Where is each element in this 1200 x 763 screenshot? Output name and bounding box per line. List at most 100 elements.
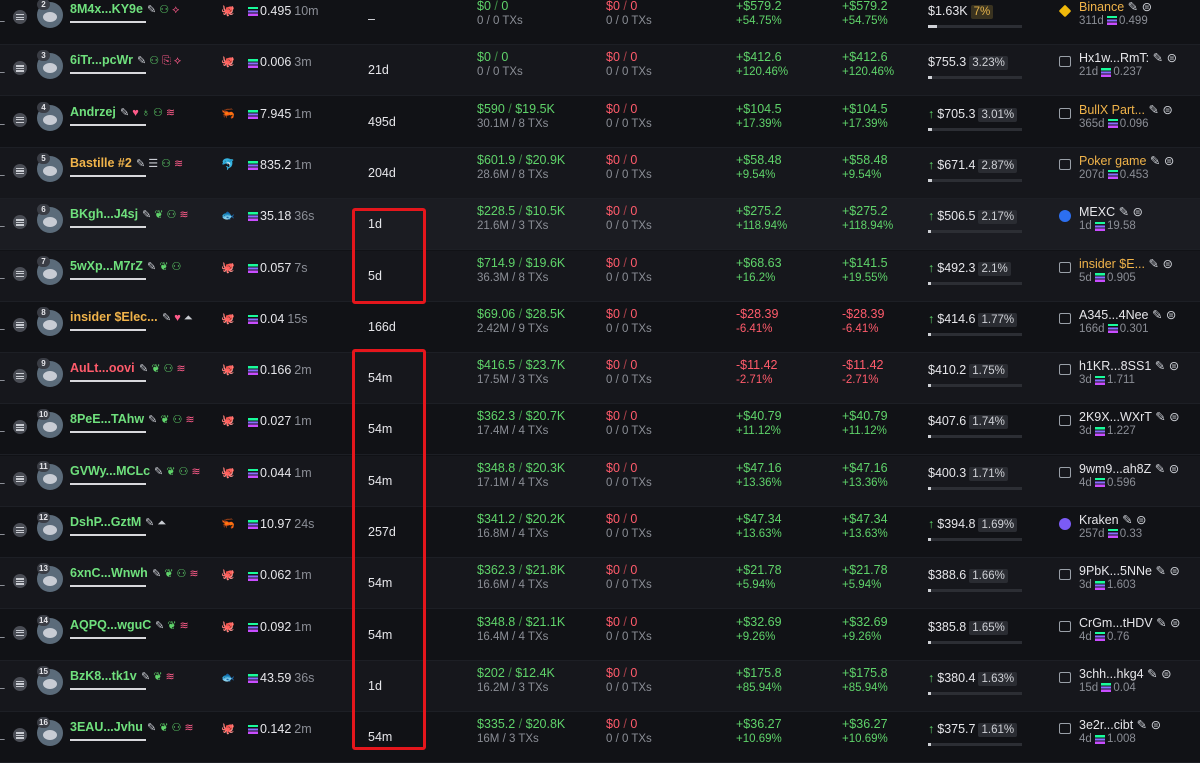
wallet-name[interactable]: GVWy...MCLc — [70, 464, 150, 478]
pencil-icon[interactable]: ✎ — [1144, 667, 1157, 681]
info-icon[interactable]: ⊜ — [1167, 616, 1180, 630]
filter-cell[interactable] — [0, 302, 9, 353]
funding-source-cell[interactable]: insider $E... ✎ ⊜ 5d 0.905 — [1059, 251, 1200, 302]
funding-source-cell[interactable]: MEXC ✎ ⊜ 1d 19.58 — [1059, 199, 1200, 250]
filter-icon[interactable] — [0, 677, 8, 689]
table-row[interactable]: 4 Andrzej ✎ ♥ ♁ ⚇ ≋ 🦐 7.945 1m 495d $590 / $19.5K 30… — [0, 97, 1200, 148]
funding-name-text[interactable]: h1KR...8SS1 — [1079, 359, 1151, 373]
wallet-name[interactable]: 6xnC...Wnwh — [70, 566, 148, 580]
copy-icon[interactable]: ⎘ — [162, 55, 171, 67]
pencil-icon[interactable]: ✎ — [154, 466, 163, 478]
pencil-icon[interactable]: ✎ — [1124, 0, 1138, 14]
user-icon[interactable]: ⚇ — [171, 261, 181, 273]
pencil-icon[interactable]: ✎ — [1152, 410, 1165, 424]
layers-icon[interactable]: ≋ — [179, 620, 188, 632]
pencil-icon[interactable]: ✎ — [147, 4, 156, 16]
filter-icon[interactable] — [0, 11, 8, 22]
layers-icon[interactable]: ≋ — [174, 158, 183, 170]
avatar-cell[interactable]: 3 — [37, 45, 65, 96]
info-icon[interactable]: ⊜ — [1166, 564, 1179, 578]
bag-icon[interactable]: ♁ — [142, 107, 150, 119]
info-icon[interactable]: ⊜ — [1165, 359, 1179, 373]
table-row[interactable]: 12 DshP...GztM ✎ ⏶ 🦐 10.97 24s 257d $341.2 / $20… — [0, 507, 1200, 558]
leaf-icon[interactable]: ❦ — [160, 414, 169, 426]
funding-name-text[interactable]: Binance — [1079, 0, 1124, 14]
avatar-cell[interactable]: 7 — [37, 251, 65, 302]
table-row[interactable]: 9 AuLt...oovi ✎ ❦ ⚇ ≋ 🐙 0.166 2m 54m $416.5 / $23.… — [0, 353, 1200, 405]
pencil-icon[interactable]: ✎ — [162, 312, 171, 324]
layers-icon[interactable]: ≋ — [176, 363, 185, 375]
leaf-icon[interactable]: ❦ — [159, 722, 168, 734]
user-icon[interactable]: ⚇ — [149, 55, 159, 67]
layers-icon[interactable]: ≋ — [189, 568, 198, 580]
filter-cell[interactable] — [0, 0, 9, 45]
filter-cell[interactable] — [0, 45, 9, 96]
filter-icon[interactable] — [0, 421, 8, 433]
funding-name-text[interactable]: Hx1w...RmT: — [1079, 51, 1149, 65]
menu-icon[interactable] — [13, 112, 27, 127]
pencil-icon[interactable]: ✎ — [1151, 462, 1165, 476]
funding-source-cell[interactable]: 3chh...hkg4 ✎ ⊜ 15d 0.04 — [1059, 661, 1200, 712]
leaf-icon[interactable]: ❦ — [159, 261, 168, 273]
pencil-icon[interactable]: ✎ — [1151, 359, 1165, 373]
wallet-name-cell[interactable]: 5wXp...M7rZ ✎ ❦ ⚇ — [70, 251, 218, 302]
pencil-icon[interactable]: ✎ — [141, 671, 150, 683]
funding-source-cell[interactable]: h1KR...8SS1 ✎ ⊜ 3d 1.711 — [1059, 353, 1200, 404]
triangle-icon[interactable]: ⏶ — [184, 312, 193, 324]
pencil-icon[interactable]: ✎ — [155, 620, 164, 632]
filter-cell[interactable] — [0, 456, 9, 507]
funding-source-cell[interactable]: CrGm...tHDV ✎ ⊜ 4d 0.76 — [1059, 610, 1200, 661]
info-icon[interactable]: ⊜ — [1138, 0, 1152, 14]
avatar-cell[interactable]: 14 — [37, 610, 65, 661]
funding-source-name[interactable]: insider $E... ✎ ⊜ — [1079, 256, 1173, 271]
filter-cell[interactable] — [0, 610, 9, 661]
menu-icon[interactable] — [13, 163, 27, 178]
funding-source-name[interactable]: Kraken ✎ ⊜ — [1079, 512, 1147, 527]
wallet-name[interactable]: Andrzej — [70, 105, 116, 119]
avatar-cell[interactable]: 5 — [37, 148, 65, 199]
funding-source-cell[interactable]: Poker game ✎ ⊜ 207d 0.453 — [1059, 148, 1200, 199]
pencil-icon[interactable]: ✎ — [1152, 564, 1165, 578]
funding-source-cell[interactable]: 2K9X...WXrT ✎ ⊜ 3d 1.227 — [1059, 404, 1200, 455]
filter-cell[interactable] — [0, 97, 9, 148]
avatar-cell[interactable]: 11 — [37, 456, 65, 507]
table-row[interactable]: 5 Bastille #2 ✎ ☰ ⚇ ≋ 🐬 835.2 1m 204d $601.9 / $20… — [0, 147, 1200, 199]
info-icon[interactable]: ⊜ — [1158, 667, 1171, 681]
funding-source-cell[interactable]: Kraken ✎ ⊜ 257d 0.33 — [1059, 507, 1200, 558]
tag-icon[interactable]: ⟡ — [174, 55, 181, 67]
pencil-icon[interactable]: ✎ — [1149, 51, 1163, 65]
menu-icon[interactable] — [13, 625, 27, 640]
wallet-name-cell[interactable]: DshP...GztM ✎ ⏶ — [70, 507, 218, 558]
pencil-icon[interactable]: ✎ — [136, 158, 145, 170]
leaf-icon[interactable]: ❦ — [166, 466, 175, 478]
user-icon[interactable]: ⚇ — [166, 209, 176, 221]
info-icon[interactable]: ⊜ — [1162, 308, 1176, 322]
menu-icon[interactable] — [13, 676, 27, 691]
filter-icon[interactable] — [0, 370, 8, 382]
list-icon[interactable]: ☰ — [148, 158, 158, 170]
wallet-name[interactable]: 6iTr...pcWr — [70, 53, 133, 67]
filter-icon[interactable] — [0, 524, 8, 535]
table-row[interactable]: 15 BzK8...tk1v ✎ ❦ ≋ 🐟 43.59 36s 1d $202 / $12.4K… — [0, 660, 1200, 712]
user-icon[interactable]: ⚇ — [172, 414, 182, 426]
funding-name-text[interactable]: Kraken — [1079, 513, 1119, 527]
pencil-icon[interactable]: ✎ — [145, 517, 154, 529]
layers-icon[interactable]: ≋ — [191, 466, 200, 478]
wallet-name-cell[interactable]: BzK8...tk1v ✎ ❦ ≋ — [70, 661, 218, 712]
avatar-cell[interactable]: 13 — [37, 558, 65, 609]
table-row[interactable]: 3 6iTr...pcWr ✎ ⚇ ⎘ ⟡ 🐙 0.006 3m 21d $0 / 00 / 0 T… — [0, 45, 1200, 97]
filter-cell[interactable] — [0, 558, 9, 609]
funding-source-name[interactable]: 9wm9...ah8Z ✎ ⊜ — [1079, 461, 1179, 476]
heart-icon[interactable]: ♥ — [132, 107, 139, 119]
menu-icon[interactable] — [13, 471, 27, 486]
pencil-icon[interactable]: ✎ — [1145, 103, 1158, 117]
funding-name-text[interactable]: 2K9X...WXrT — [1079, 410, 1152, 424]
wallet-name[interactable]: AuLt...oovi — [70, 361, 135, 375]
info-icon[interactable]: ⊜ — [1160, 154, 1174, 168]
filter-cell[interactable] — [0, 661, 9, 712]
pencil-icon[interactable]: ✎ — [1133, 718, 1147, 732]
layers-icon[interactable]: ≋ — [179, 209, 188, 221]
user-icon[interactable]: ⚇ — [178, 466, 188, 478]
filter-icon[interactable] — [0, 113, 8, 125]
wallet-name[interactable]: 8PeE...TAhw — [70, 412, 144, 426]
